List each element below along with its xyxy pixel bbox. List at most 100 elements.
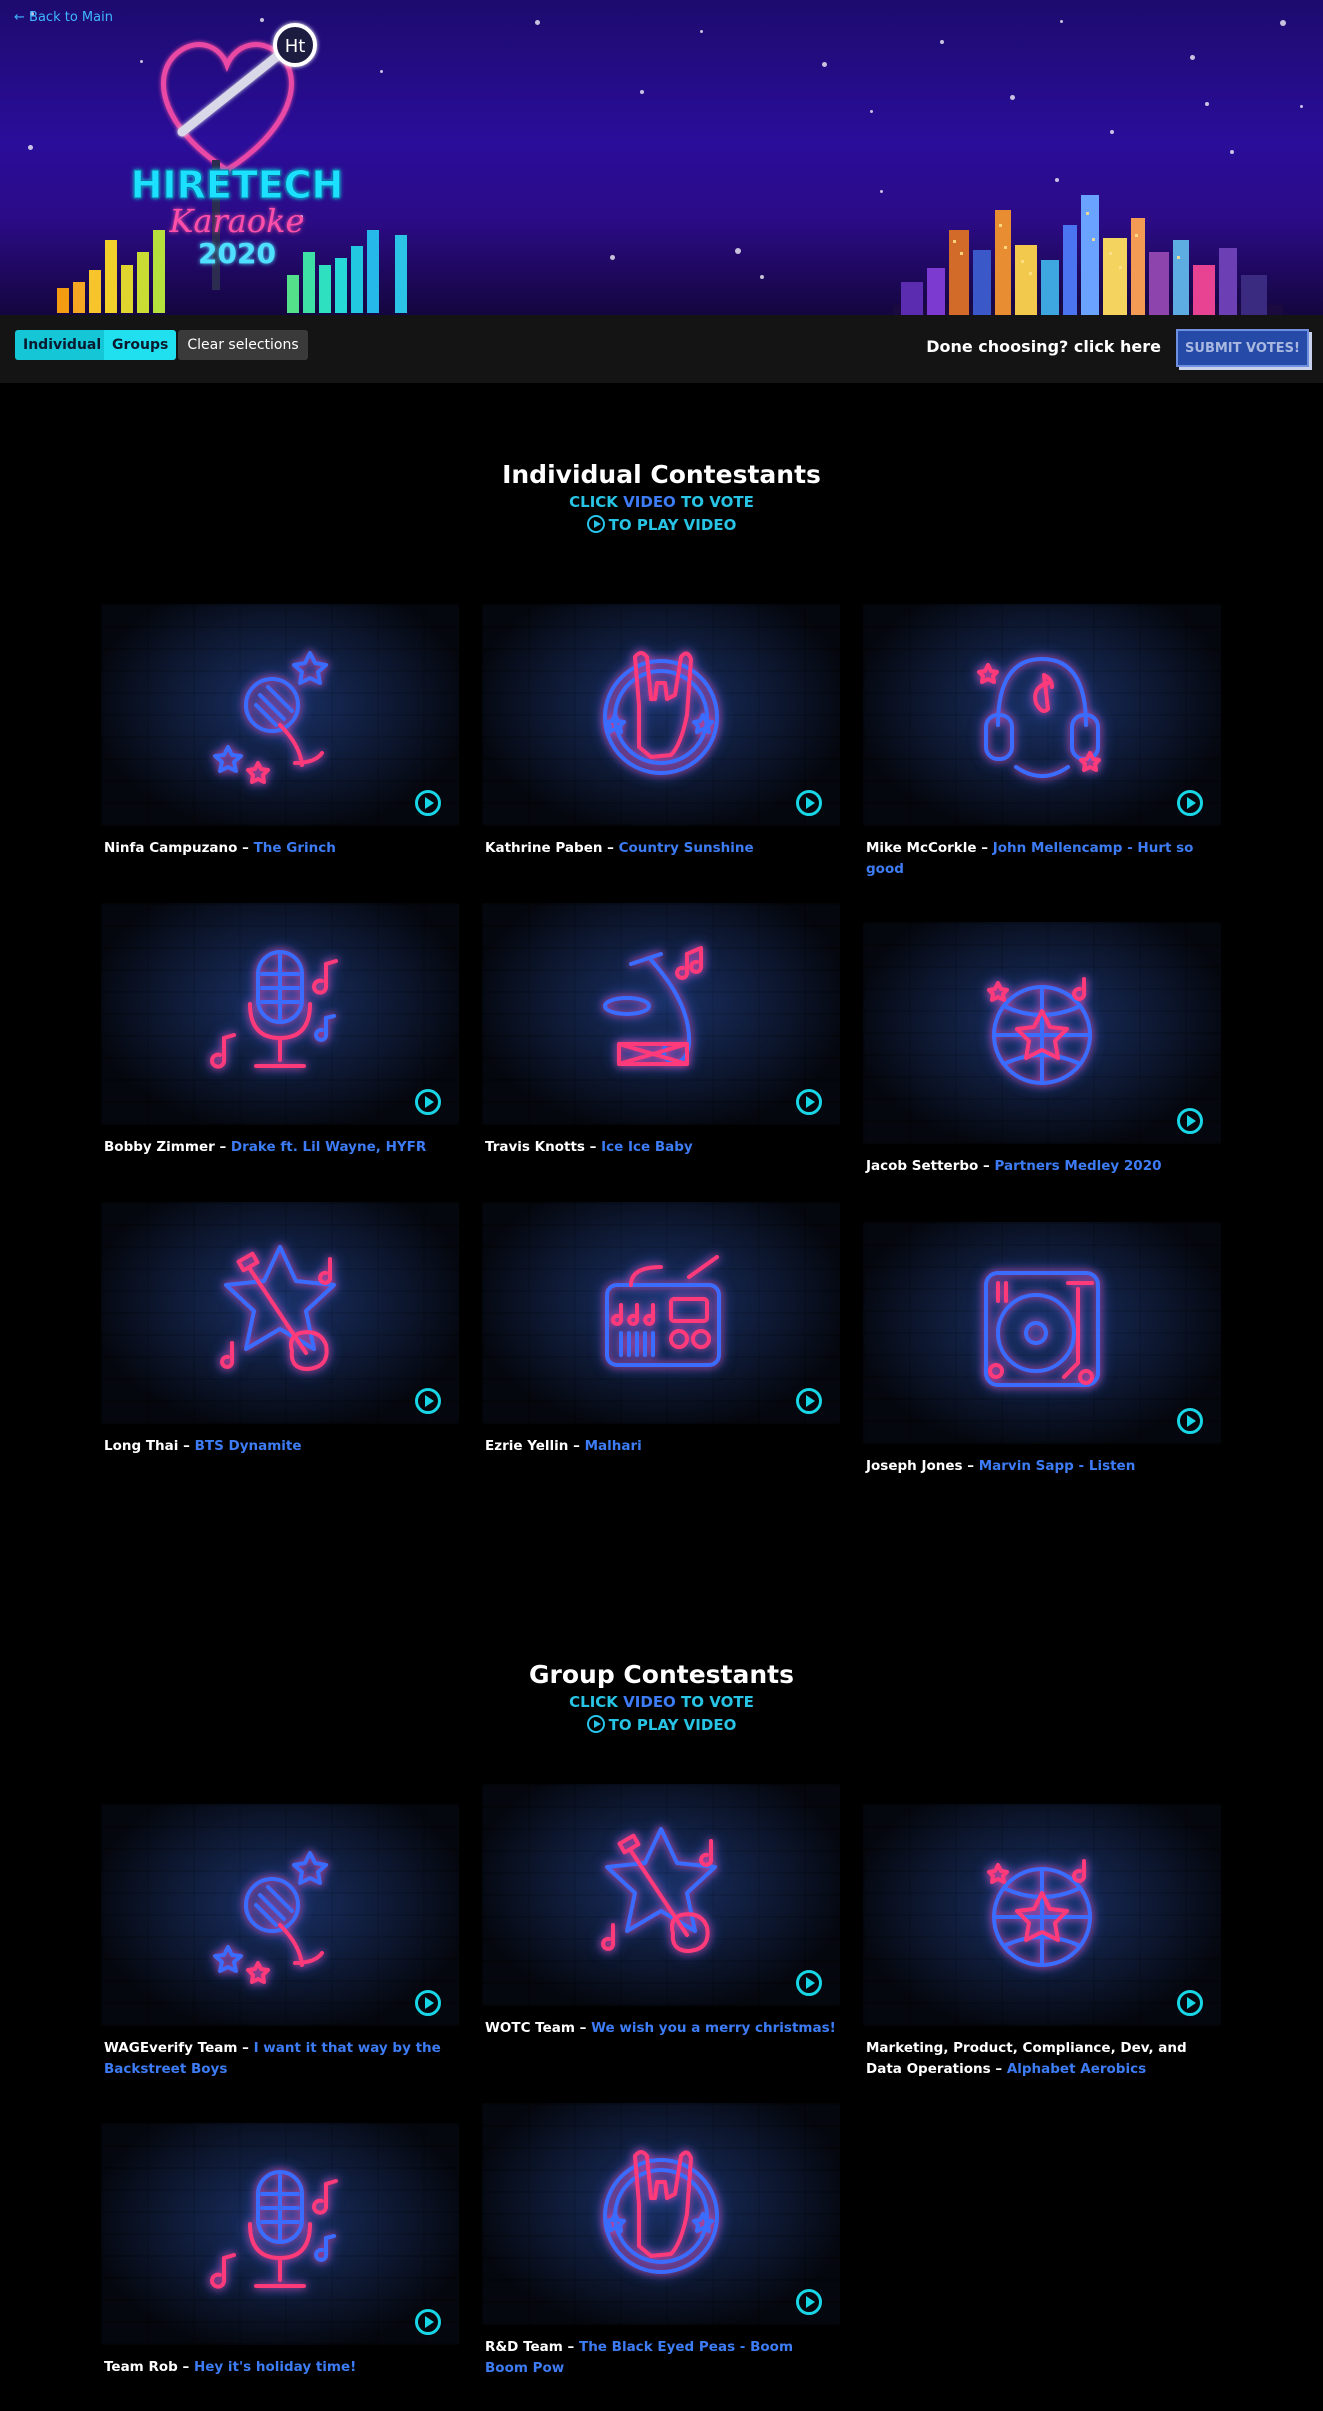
- group-section-heading: Group Contestants CLICK VIDEO TO VOTE TO…: [0, 1660, 1323, 1734]
- contestant-card: WAGEverify Team – I want it that way by …: [101, 1804, 459, 2080]
- contestant-name: Joseph Jones: [866, 1458, 963, 1474]
- logo-brand-text: HIRETECH: [131, 163, 344, 207]
- play-video-icon[interactable]: [415, 790, 441, 816]
- contestant-caption: Bobby Zimmer – Drake ft. Lil Wayne, HYFR: [101, 1137, 459, 1158]
- play-video-icon[interactable]: [796, 1388, 822, 1414]
- contestant-name: Long Thai: [104, 1438, 179, 1454]
- submit-votes-button[interactable]: SUBMIT VOTES!: [1176, 329, 1309, 367]
- video-thumbnail[interactable]: [482, 1202, 840, 1424]
- play-instruction: TO PLAY VIDEO: [0, 1715, 1323, 1734]
- contestant-card: WOTC Team – We wish you a merry christma…: [482, 1784, 840, 2039]
- star-dot: [1010, 95, 1015, 100]
- contestant-caption: Team Rob – Hey it's holiday time!: [101, 2357, 459, 2378]
- rock-hand-icon: [603, 2150, 719, 2274]
- star-dot: [535, 20, 540, 25]
- video-thumbnail[interactable]: [863, 922, 1221, 1144]
- boombox-icon: [605, 1255, 721, 1367]
- song-video-link[interactable]: Ice Ice Baby: [601, 1139, 693, 1155]
- video-thumbnail[interactable]: [101, 1804, 459, 2026]
- song-video-link[interactable]: Alphabet Aerobics: [1007, 2061, 1146, 2077]
- contestant-card: R&D Team – The Black Eyed Peas - Boom Bo…: [482, 2103, 840, 2379]
- play-video-icon[interactable]: [796, 790, 822, 816]
- video-thumbnail[interactable]: [101, 604, 459, 826]
- song-video-link[interactable]: We wish you a merry christmas!: [591, 2020, 836, 2036]
- studio-mic-icon: [210, 950, 338, 1069]
- contestant-name: R&D Team: [485, 2339, 563, 2355]
- play-video-icon[interactable]: [415, 1388, 441, 1414]
- video-thumbnail[interactable]: [863, 604, 1221, 826]
- star-dot: [1280, 20, 1286, 26]
- video-thumbnail[interactable]: [101, 903, 459, 1125]
- contestant-caption: Long Thai – BTS Dynamite: [101, 1436, 459, 1457]
- video-thumbnail[interactable]: [482, 2103, 840, 2325]
- play-video-icon[interactable]: [415, 1990, 441, 2016]
- ht-badge: Ht: [285, 36, 306, 57]
- saxophone-drum-icon: [603, 946, 704, 1066]
- song-video-link[interactable]: Malhari: [585, 1438, 642, 1454]
- video-thumbnail[interactable]: [101, 2123, 459, 2345]
- play-video-icon[interactable]: [796, 2289, 822, 2315]
- song-video-link[interactable]: BTS Dynamite: [195, 1438, 302, 1454]
- filter-individual-button[interactable]: Individual: [15, 330, 104, 360]
- contestant-caption: Mike McCorkle – John Mellencamp - Hurt s…: [863, 838, 1221, 880]
- contestant-caption: WAGEverify Team – I want it that way by …: [101, 2038, 459, 2080]
- star-dot: [1055, 178, 1059, 182]
- separator: –: [967, 1458, 979, 1474]
- contestant-card: Kathrine Paben – Country Sunshine: [482, 604, 840, 859]
- play-video-icon[interactable]: [1177, 1408, 1203, 1434]
- disco-ball-icon: [987, 1859, 1092, 1967]
- star-dot: [610, 255, 615, 260]
- contestant-caption: Kathrine Paben – Country Sunshine: [482, 838, 840, 859]
- song-video-link[interactable]: Drake ft. Lil Wayne, HYFR: [231, 1139, 426, 1155]
- contestant-card: Ninfa Campuzano – The Grinch: [101, 604, 459, 859]
- song-video-link[interactable]: Partners Medley 2020: [994, 1158, 1161, 1174]
- guitar-star-icon: [220, 1245, 336, 1371]
- contestant-card: Travis Knotts – Ice Ice Baby: [482, 903, 840, 1158]
- song-video-link[interactable]: Marvin Sapp - Listen: [979, 1458, 1136, 1474]
- play-video-icon[interactable]: [415, 2309, 441, 2335]
- clear-selections-button[interactable]: Clear selections: [178, 330, 308, 360]
- play-video-icon[interactable]: [1177, 1108, 1203, 1134]
- separator: –: [573, 1438, 585, 1454]
- separator: –: [579, 2020, 592, 2036]
- contestant-card: Team Rob – Hey it's holiday time!: [101, 2123, 459, 2378]
- star-dot: [1300, 105, 1303, 108]
- contestant-name: Bobby Zimmer: [104, 1139, 215, 1155]
- video-thumbnail[interactable]: [482, 604, 840, 826]
- contestant-name: Kathrine Paben: [485, 840, 603, 856]
- play-video-icon[interactable]: [1177, 790, 1203, 816]
- play-video-icon[interactable]: [796, 1970, 822, 1996]
- section-title: Group Contestants: [529, 1660, 794, 1689]
- play-video-icon[interactable]: [415, 1089, 441, 1115]
- song-video-link[interactable]: Hey it's holiday time!: [194, 2359, 356, 2375]
- play-video-icon[interactable]: [796, 1089, 822, 1115]
- video-thumbnail[interactable]: [482, 1784, 840, 2006]
- contestant-name: Ezrie Yellin: [485, 1438, 569, 1454]
- video-thumbnail[interactable]: [863, 1804, 1221, 2026]
- separator: –: [995, 2061, 1007, 2077]
- separator: –: [567, 2339, 579, 2355]
- contestant-caption: Travis Knotts – Ice Ice Baby: [482, 1137, 840, 1158]
- song-video-link[interactable]: Country Sunshine: [619, 840, 754, 856]
- separator: –: [242, 2040, 254, 2056]
- filter-groups-button[interactable]: Groups: [104, 330, 176, 360]
- microphone-stars-icon: [213, 651, 328, 784]
- separator: –: [183, 1438, 195, 1454]
- separator: –: [607, 840, 619, 856]
- star-dot: [1110, 130, 1114, 134]
- video-thumbnail[interactable]: [482, 903, 840, 1125]
- contestant-card: Marketing, Product, Compliance, Dev, and…: [863, 1804, 1221, 2080]
- contestant-caption: Ninfa Campuzano – The Grinch: [101, 838, 459, 859]
- song-video-link[interactable]: The Grinch: [254, 840, 336, 856]
- star-dot: [1205, 102, 1209, 106]
- headphones-icon: [977, 657, 1101, 778]
- contestant-name: WAGEverify Team: [104, 2040, 238, 2056]
- contestant-card: Long Thai – BTS Dynamite: [101, 1202, 459, 1457]
- video-thumbnail[interactable]: [863, 1222, 1221, 1444]
- section-title: Individual Contestants: [502, 460, 821, 489]
- turntable-icon: [984, 1271, 1100, 1387]
- play-video-icon[interactable]: [1177, 1990, 1203, 2016]
- contestant-name: Travis Knotts: [485, 1139, 585, 1155]
- video-thumbnail[interactable]: [101, 1202, 459, 1424]
- filter-toolbar: Individual Groups Clear selections Done …: [0, 315, 1323, 383]
